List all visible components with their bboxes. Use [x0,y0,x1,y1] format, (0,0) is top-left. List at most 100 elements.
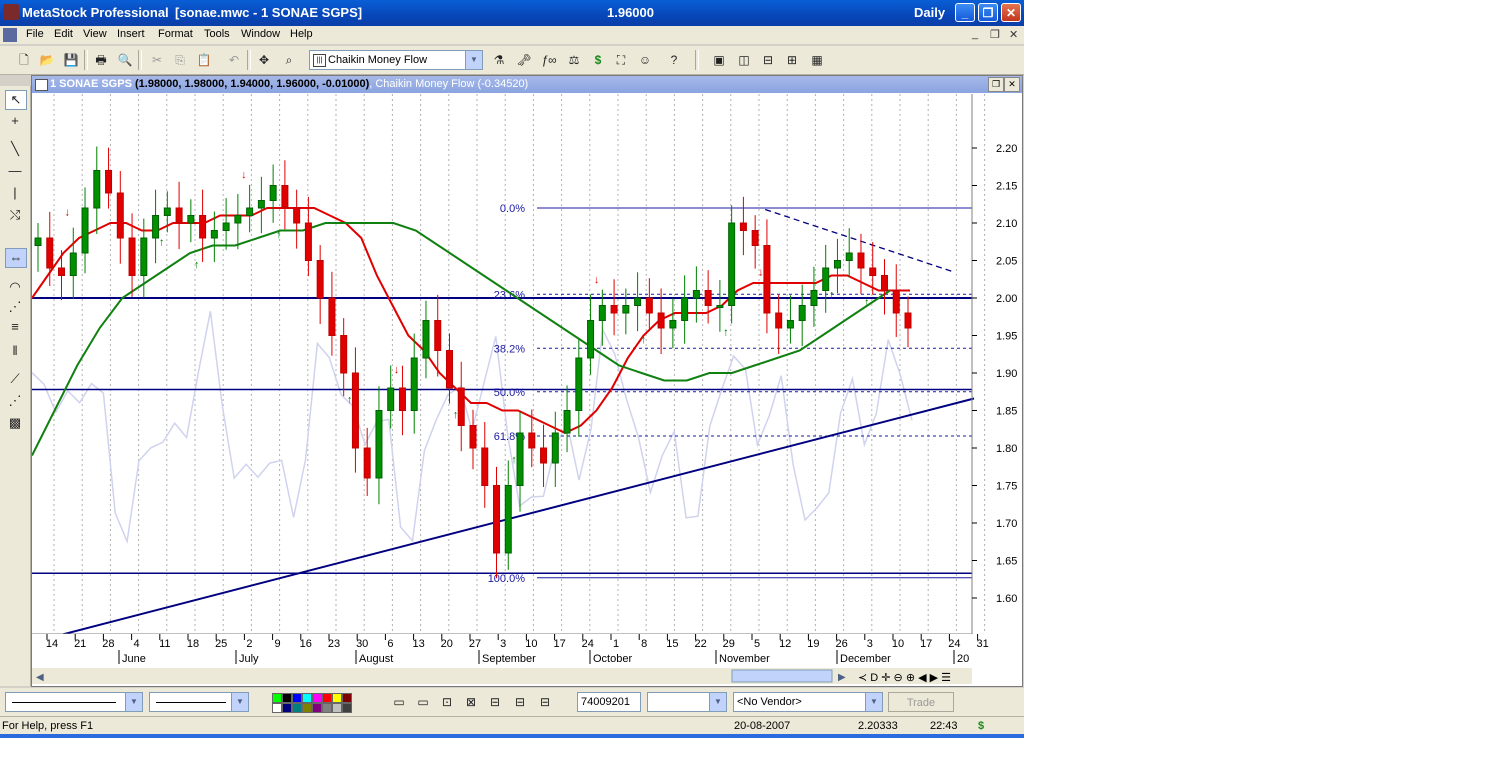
menu-window[interactable]: Window [241,28,280,40]
gann-grid-icon[interactable]: ▩ [5,414,25,432]
trendline-tool-icon[interactable]: ╲ [5,140,25,158]
undo-icon[interactable]: ↶ [225,51,243,69]
fan-lines-icon[interactable]: ⋰ [5,298,25,316]
x-tick-label: 24 [948,638,960,650]
zoom-icon[interactable]: ⌕ [280,51,298,69]
color-swatch[interactable] [272,693,282,703]
vendor-select[interactable]: <No Vendor> ▼ [733,692,883,712]
dollar-icon[interactable]: $ [589,51,607,69]
menu-file[interactable]: File [26,28,44,40]
menu-edit[interactable]: Edit [54,28,73,40]
trade-button[interactable]: Trade [888,692,954,712]
zoom-scale-icon[interactable]: ⇔ [5,248,27,268]
color-swatch[interactable] [342,693,352,703]
pointer-icon[interactable]: ↖ [5,90,27,110]
app-title: MetaStock Professional [22,5,169,20]
window-layout-2-icon[interactable]: ▭ [414,693,432,711]
last-price: 1.96000 [607,5,654,20]
new-icon[interactable]: 🗋 [15,51,33,69]
cascade-icon[interactable]: ▣ [710,51,728,69]
experts-icon[interactable]: ☺ [636,51,654,69]
horizontal-line-icon[interactable]: — [5,162,25,180]
empty-select[interactable]: ▼ [647,692,727,712]
layout-icon[interactable]: ▦ [808,51,826,69]
color-swatch[interactable] [332,693,342,703]
candle-body [140,237,148,276]
split-window-icon[interactable]: ⊟ [486,693,504,711]
tile-horizontal-icon[interactable]: ⊟ [759,51,777,69]
indicator-builder-icon[interactable]: ⚗ [490,51,508,69]
merge-window-icon[interactable]: ⊟ [511,693,529,711]
explorer-icon[interactable]: 🗝 [515,51,533,69]
color-swatch[interactable] [312,693,322,703]
line-weight-select[interactable]: ▼ [149,692,249,712]
chart-properties-icon[interactable]: ⊠ [462,693,480,711]
close-button[interactable]: ✕ [1001,3,1021,22]
chart-restore-icon[interactable]: ❐ [988,77,1004,92]
arc-icon[interactable]: ◠ [5,278,25,296]
color-swatch[interactable] [322,703,332,713]
app-icon [3,4,19,20]
candle-body [175,207,183,224]
menu-format[interactable]: Format [158,28,193,40]
window-layout-1-icon[interactable]: ▭ [390,693,408,711]
mdi-restore-icon[interactable]: ❐ [990,28,1000,41]
inner-window-icon[interactable]: ⊡ [438,693,456,711]
open-icon[interactable]: 📂 [38,51,56,69]
restore-button[interactable]: ❐ [978,3,998,22]
color-swatch[interactable] [312,703,322,713]
color-swatch[interactable] [282,703,292,713]
print-icon[interactable]: 🖶 [92,51,110,69]
candle-body [598,305,606,321]
color-swatch[interactable] [292,693,302,703]
color-swatch[interactable] [322,693,332,703]
color-swatch[interactable] [342,703,352,713]
fibonacci-retracement-icon[interactable]: ≡ [5,318,25,336]
mdi-close-icon[interactable]: ✕ [1009,28,1018,41]
binoculars-icon[interactable]: ⛶ [612,51,630,69]
formula-icon[interactable]: ƒ∞ [540,51,558,69]
copy-icon[interactable]: ⎘ [171,51,189,69]
print-preview-icon[interactable]: 🔍 [116,51,134,69]
tile-window-icon[interactable]: ⊟ [536,693,554,711]
color-swatch[interactable] [302,703,312,713]
indicator-select[interactable]: ||| Chaikin Money Flow ▼ [309,50,483,70]
color-palette[interactable] [272,693,362,713]
value-field[interactable]: 74009201 [577,692,641,712]
color-swatch[interactable] [332,703,342,713]
x-tick-label: 25 [215,638,227,650]
tile-vertical-icon[interactable]: ◫ [735,51,753,69]
color-swatch[interactable] [292,703,302,713]
crosshair-tool-icon[interactable]: + [5,112,25,130]
system-tester-icon[interactable]: ⚖ [565,51,583,69]
mdi-minimize-icon[interactable]: _ [972,28,978,40]
color-swatch[interactable] [272,703,282,713]
time-zones-icon[interactable]: ‖ [5,342,25,360]
menu-view[interactable]: View [83,28,107,40]
color-swatch[interactable] [302,693,312,703]
help-pointer-icon[interactable]: ? [665,51,683,69]
paste-icon[interactable]: 📋 [195,51,213,69]
chevron-down-icon: ▼ [865,693,882,711]
menu-help[interactable]: Help [290,28,313,40]
price-chart[interactable]: 0.0%23.6%38.2%50.0%61.8%100.0% ↓↑↑↓↑↑↓↑↑… [32,94,1022,686]
cut-icon[interactable]: ✂ [148,51,166,69]
vertical-line-icon[interactable]: | [5,184,25,202]
color-swatch[interactable] [282,693,292,703]
x-tick-label: 13 [412,638,424,650]
chart-close-icon[interactable]: ✕ [1004,77,1020,92]
save-icon[interactable]: 💾 [62,51,80,69]
chevron-down-icon: ▼ [125,693,142,711]
speed-lines-icon[interactable]: ⋰ [5,392,25,410]
cycle-lines-icon[interactable]: ⤭ [5,206,25,224]
x-tick-label: 1 [613,638,619,650]
menu-tools[interactable]: Tools [204,28,230,40]
minimize-button[interactable]: _ [955,3,975,22]
crosshair-icon[interactable]: ✥ [255,51,273,69]
menu-insert[interactable]: Insert [117,28,145,40]
help-status: For Help, press F1 [2,720,94,732]
raff-channel-icon[interactable]: ⟋ [5,370,25,388]
x-tick-label: 2 [246,638,252,650]
tile-grid-icon[interactable]: ⊞ [783,51,801,69]
line-style-select[interactable]: ▼ [5,692,143,712]
